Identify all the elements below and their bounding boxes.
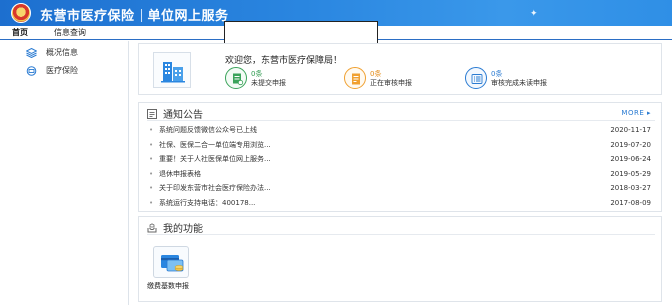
welcome-greeting: 欢迎您，东营市医疗保障局！: [225, 56, 343, 66]
more-link[interactable]: MORE ▸: [621, 109, 651, 117]
welcome-panel: 欢迎您，东营市医疗保障局！ 0条 未提交申报 0条 正在审核申报 0条 审核完成…: [138, 43, 662, 95]
doc-edit-icon: [233, 73, 244, 86]
notice-icon: [147, 109, 157, 119]
notice-item-date: 2018-03-27: [610, 184, 651, 193]
section-divider: [147, 234, 655, 235]
notice-list: • 系统问题反馈微信公众号已上线 2020-11-17 • 社保、医保二合一单位…: [147, 123, 655, 211]
app-title-org: 东营市医疗保险: [40, 9, 135, 24]
notice-section-title: 通知公告: [147, 106, 203, 121]
notice-item[interactable]: • 退休申报表格 2019-05-29: [147, 167, 655, 182]
notice-item[interactable]: • 社保、医保二合一单位端专用浏览... 2019-07-20: [147, 138, 655, 153]
bullet: •: [149, 198, 154, 207]
notice-item[interactable]: • 重要！关于人社医保单位网上服务... 2019-06-24: [147, 152, 655, 167]
tray-icon: [147, 223, 157, 233]
notice-item-date: 2017-08-09: [610, 198, 651, 207]
functions-panel: 我的功能 缴费基数申报: [138, 216, 662, 302]
app-title-service: 单位网上服务: [147, 9, 229, 24]
notice-item-title: 退休申报表格: [159, 169, 201, 178]
tab-home[interactable]: 首页: [6, 27, 34, 39]
stat-label: 正在审核申报: [370, 79, 412, 87]
sidebar-item-medical-insurance[interactable]: 医疗保险: [0, 62, 129, 80]
notice-item-title: 关于印发东营市社会医疗保险办法...: [159, 184, 271, 193]
function-label: 缴费基数申报: [147, 282, 189, 290]
sidebar-item-label: 概况信息: [46, 48, 78, 57]
tab-info-query[interactable]: 信息查询: [48, 27, 92, 39]
sidebar-item-overview[interactable]: 概况信息: [0, 44, 129, 62]
notice-item-date: 2020-11-17: [610, 126, 651, 134]
stack-icon: [26, 48, 37, 58]
money-card-icon: [161, 255, 184, 272]
list-icon: [471, 74, 483, 84]
notice-item-title: 系统问题反馈微信公众号已上线: [159, 126, 257, 134]
notice-item-title: 重要！关于人社医保单位网上服务...: [159, 155, 271, 164]
notice-item[interactable]: • 关于印发东营市社会医疗保险办法... 2018-03-27: [147, 181, 655, 196]
functions-section-title: 我的功能: [147, 220, 203, 235]
title-divider: [140, 9, 142, 22]
card-icon: [26, 66, 37, 76]
notice-item-title: 社保、医保二合一单位端专用浏览...: [159, 140, 271, 149]
doc-review-icon: [352, 73, 360, 85]
contribution-base-declare-button[interactable]: [153, 246, 189, 278]
bullet: •: [149, 184, 154, 193]
building-icon: [153, 52, 191, 88]
notice-item-date: 2019-05-29: [610, 169, 651, 178]
emblem-logo: [11, 3, 31, 23]
bullet: •: [149, 155, 154, 164]
bullet: •: [149, 126, 154, 134]
stat-label: 未提交申报: [251, 79, 286, 87]
stat-circle: [465, 67, 487, 89]
notice-item[interactable]: • 系统问题反馈微信公众号已上线 2020-11-17: [147, 123, 655, 138]
stat-label: 审核完成未读申报: [491, 79, 547, 87]
notice-item[interactable]: • 系统运行支持电话：400178... 2017-08-09: [147, 196, 655, 211]
notice-item-title: 系统运行支持电话：400178...: [159, 198, 256, 207]
bullet: •: [149, 140, 154, 149]
bullet: •: [149, 169, 154, 178]
stat-circle: [344, 67, 366, 89]
stat-circle: [225, 67, 247, 89]
section-divider: [147, 120, 655, 121]
sparkle-icon: ✦: [530, 9, 538, 19]
app-title: 东营市医疗保险 单位网上服务: [40, 5, 229, 24]
notice-panel: 通知公告 MORE ▸ • 系统问题反馈微信公众号已上线 2020-11-17 …: [138, 102, 662, 212]
notice-item-date: 2019-07-20: [610, 140, 651, 149]
sidebar-item-label: 医疗保险: [46, 66, 78, 75]
notice-item-date: 2019-06-24: [610, 155, 651, 164]
blank-overlay-box: [224, 21, 378, 44]
sidebar: 概况信息 医疗保险: [0, 41, 129, 305]
